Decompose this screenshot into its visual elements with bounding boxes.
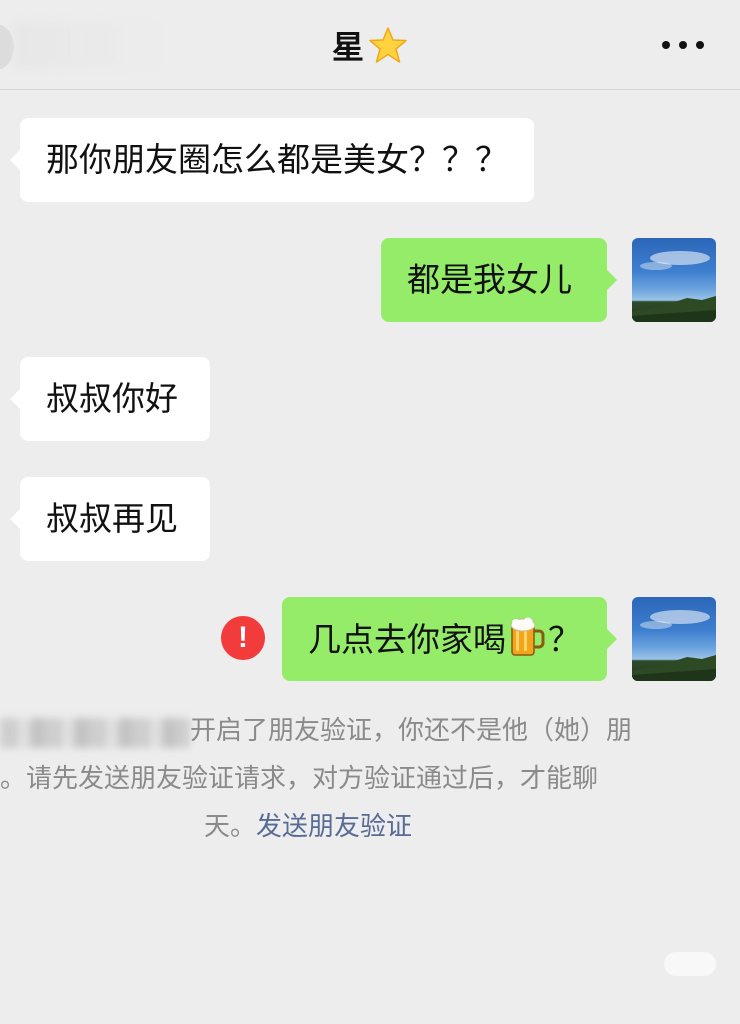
- user-avatar[interactable]: [632, 597, 716, 681]
- message-text: 都是我女儿: [407, 260, 572, 299]
- message-bubble-sent[interactable]: 几点去你家喝 ？: [282, 597, 617, 681]
- watermark-line: [546, 988, 726, 1010]
- notice-text: 天。: [204, 812, 257, 842]
- dot-icon: [679, 41, 687, 49]
- message-bubble-sent[interactable]: 都是我女儿: [381, 238, 617, 322]
- dot-icon: [696, 41, 704, 49]
- avatar-sky-image: [632, 610, 716, 681]
- send-failed-icon[interactable]: !: [221, 616, 265, 660]
- avatar-sky-image: [632, 251, 716, 322]
- chat-header: 星: [0, 0, 740, 90]
- dot-icon: [662, 41, 670, 49]
- message-text: 叔叔再见: [46, 499, 178, 538]
- message-text: ？: [548, 620, 581, 659]
- star-icon: [369, 27, 407, 63]
- watermark-badge: [664, 952, 716, 976]
- blurred-name: [0, 718, 190, 748]
- beer-mug-icon: [510, 617, 545, 656]
- message-text: 叔叔你好: [46, 379, 178, 418]
- message-bubble-received[interactable]: 叔叔你好: [10, 357, 210, 441]
- message-text: 几点去你家喝: [308, 620, 506, 659]
- message-bubble-received[interactable]: 那你朋友圈怎么都是美女？？？: [10, 118, 534, 202]
- send-verification-link[interactable]: 发送朋友验证: [256, 812, 412, 842]
- notice-line: 开启了朋友验证，你还不是他（她）朋: [190, 716, 633, 746]
- message-text: 那你朋友圈怎么都是美女？？？: [46, 140, 508, 179]
- message-bubble-received[interactable]: 叔叔再见: [10, 477, 210, 561]
- chat-title-text: 星: [331, 28, 364, 66]
- notice-line: 。请先发送朋友验证请求，对方验证通过后，才能聊: [0, 764, 599, 794]
- chat-title: 星: [0, 22, 740, 68]
- user-avatar[interactable]: [632, 238, 716, 322]
- chat-screen: 星 那你朋友圈怎么都是美女？？？ 都是我女儿 叔叔你好 叔叔再见 ! 几点去你家…: [0, 0, 740, 1024]
- notice-line: 天。发送朋友验证: [204, 804, 412, 850]
- more-options-button[interactable]: [662, 30, 704, 60]
